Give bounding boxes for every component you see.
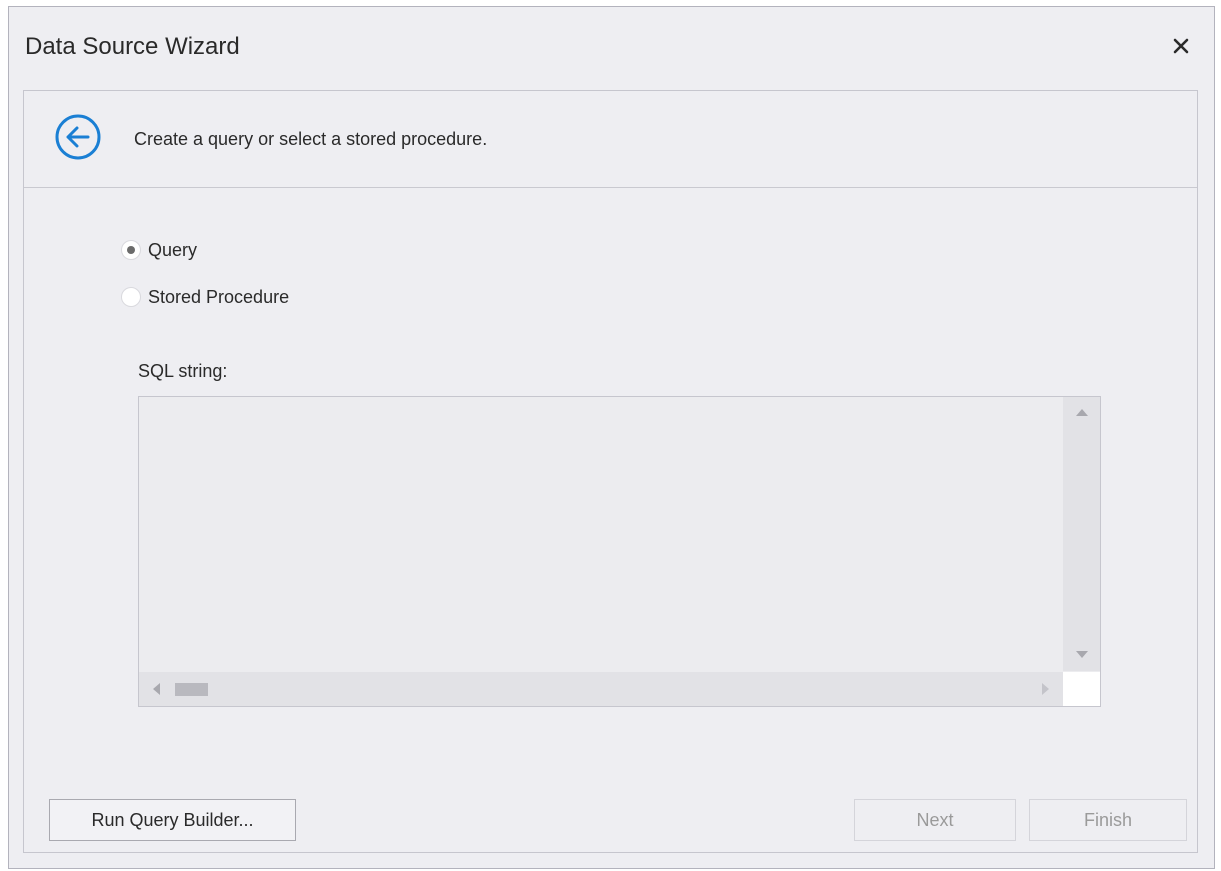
query-radio[interactable] xyxy=(121,240,141,260)
sql-string-label: SQL string: xyxy=(138,361,228,381)
title-bar: Data Source Wizard xyxy=(9,7,1214,89)
scroll-right-icon[interactable] xyxy=(1041,682,1051,696)
stored-procedure-radio-option[interactable]: Stored Procedure xyxy=(121,284,289,310)
back-arrow-circle-icon xyxy=(55,114,101,160)
page-header: Create a query or select a stored proced… xyxy=(24,91,1197,188)
query-radio-option[interactable]: Query xyxy=(121,237,197,263)
query-radio-label: Query xyxy=(148,239,198,260)
vertical-scrollbar[interactable] xyxy=(1063,397,1100,671)
sql-string-editor[interactable] xyxy=(138,396,1101,707)
run-query-builder-button[interactable]: Run Query Builder... xyxy=(49,799,296,841)
horizontal-scrollbar[interactable] xyxy=(139,672,1063,706)
scrollbar-corner xyxy=(1063,672,1100,706)
wizard-window: Data Source Wizard Create a query or sel… xyxy=(8,6,1215,869)
horizontal-scroll-thumb[interactable] xyxy=(175,683,208,696)
close-button[interactable] xyxy=(1170,35,1192,57)
window-title: Data Source Wizard xyxy=(25,33,240,60)
page-instruction: Create a query or select a stored proced… xyxy=(134,129,488,149)
finish-button[interactable]: Finish xyxy=(1029,799,1187,841)
stored-procedure-radio-label: Stored Procedure xyxy=(148,286,290,307)
stored-procedure-radio[interactable] xyxy=(121,287,141,307)
wizard-page: Create a query or select a stored proced… xyxy=(23,90,1198,853)
close-icon xyxy=(1173,38,1189,54)
scroll-up-icon[interactable] xyxy=(1075,407,1089,417)
back-button[interactable] xyxy=(53,112,103,162)
scroll-down-icon[interactable] xyxy=(1075,650,1089,660)
scroll-left-icon[interactable] xyxy=(151,682,161,696)
next-button[interactable]: Next xyxy=(854,799,1016,841)
